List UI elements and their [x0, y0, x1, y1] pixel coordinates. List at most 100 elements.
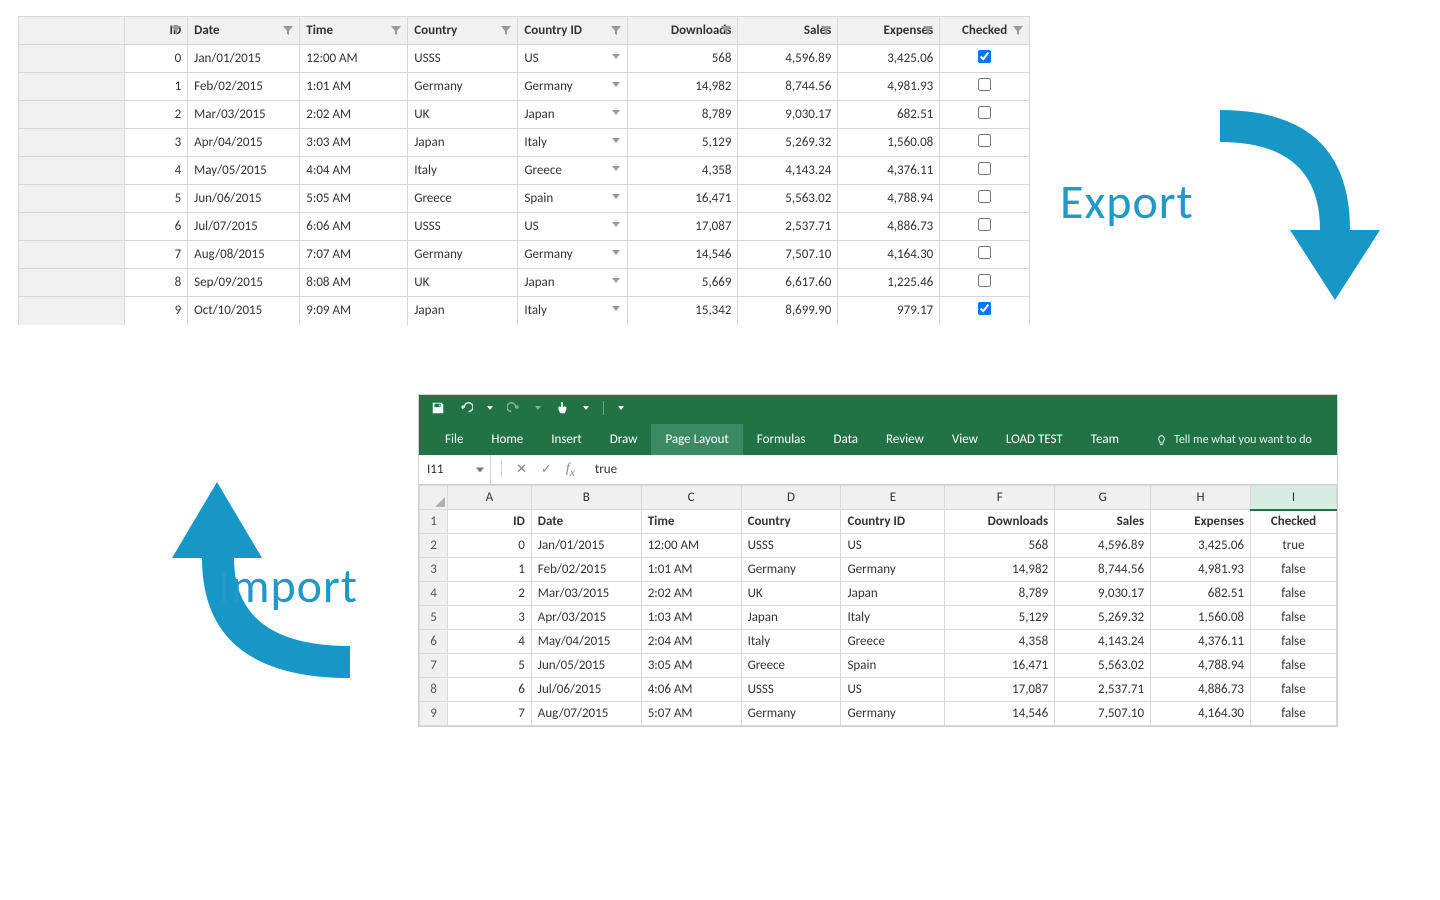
formula-value[interactable]: true [585, 462, 627, 477]
expenses-cell[interactable]: 4,164.30 [838, 241, 940, 269]
sales-cell[interactable]: 4,596.89 [738, 45, 838, 73]
expenses-cell[interactable]: 4,376.11 [838, 157, 940, 185]
filter-icon[interactable] [821, 26, 831, 36]
header-cell[interactable]: Country [741, 510, 841, 534]
sheet-cell[interactable]: 4:06 AM [641, 678, 741, 702]
sheet-cell[interactable]: 4,596.89 [1055, 534, 1151, 558]
col-letter-G[interactable]: G [1055, 486, 1151, 510]
country-cell[interactable]: Japan [408, 297, 518, 325]
date-cell[interactable]: Mar/03/2015 [188, 101, 300, 129]
sales-cell[interactable]: 7,507.10 [738, 241, 838, 269]
row-handle[interactable] [19, 157, 125, 185]
checked-checkbox[interactable] [978, 50, 991, 63]
sheet-cell[interactable]: Apr/03/2015 [531, 606, 641, 630]
sheet-cell[interactable]: 1,560.08 [1151, 606, 1251, 630]
checked-checkbox[interactable] [978, 302, 991, 315]
ribbon-tab-file[interactable]: File [431, 424, 477, 455]
sheet-cell[interactable]: false [1251, 606, 1337, 630]
sheet-cell[interactable]: 3:05 AM [641, 654, 741, 678]
sheet-cell[interactable]: false [1251, 582, 1337, 606]
time-cell[interactable]: 9:09 AM [300, 297, 408, 325]
dropdown-icon[interactable] [611, 107, 621, 117]
time-cell[interactable]: 12:00 AM [300, 45, 408, 73]
checked-checkbox[interactable] [978, 274, 991, 287]
sales-cell[interactable]: 9,030.17 [738, 101, 838, 129]
sheet-cell[interactable]: 3 [447, 606, 531, 630]
row-handle[interactable] [19, 129, 125, 157]
sheet-cell[interactable]: Germany [841, 702, 945, 726]
row-number[interactable]: 8 [420, 678, 448, 702]
checked-cell[interactable] [940, 213, 1030, 241]
sheet-cell[interactable]: 5,129 [945, 606, 1055, 630]
sheet-cell[interactable]: May/04/2015 [531, 630, 641, 654]
country-cell[interactable]: Japan [408, 129, 518, 157]
sheet-cell[interactable]: Mar/03/2015 [531, 582, 641, 606]
date-cell[interactable]: Sep/09/2015 [188, 269, 300, 297]
time-cell[interactable]: 2:02 AM [300, 101, 408, 129]
countryid-cell[interactable]: US [518, 213, 628, 241]
header-cell[interactable]: ID [447, 510, 531, 534]
checked-cell[interactable] [940, 73, 1030, 101]
sheet-cell[interactable]: Feb/02/2015 [531, 558, 641, 582]
sheet-cell[interactable]: Italy [841, 606, 945, 630]
id-cell[interactable]: 3 [124, 129, 187, 157]
sheet-cell[interactable]: USSS [741, 678, 841, 702]
worksheet[interactable]: ABCDEFGHI 1IDDateTimeCountryCountry IDDo… [419, 485, 1337, 726]
row-number[interactable]: 3 [420, 558, 448, 582]
filter-icon[interactable] [721, 26, 731, 36]
sheet-cell[interactable]: Jul/06/2015 [531, 678, 641, 702]
downloads-cell[interactable]: 17,087 [628, 213, 738, 241]
checked-cell[interactable] [940, 269, 1030, 297]
sheet-cell[interactable]: 7,507.10 [1055, 702, 1151, 726]
checked-cell[interactable] [940, 101, 1030, 129]
checked-checkbox[interactable] [978, 190, 991, 203]
filter-icon[interactable] [501, 26, 511, 36]
row-handle[interactable] [19, 241, 125, 269]
row-number[interactable]: 7 [420, 654, 448, 678]
touch-dropdown-icon[interactable] [583, 406, 589, 410]
cancel-formula-icon[interactable]: ✕ [516, 462, 527, 477]
sheet-cell[interactable]: 682.51 [1151, 582, 1251, 606]
col-header-sales[interactable]: Sales [738, 17, 838, 45]
ribbon-tab-review[interactable]: Review [872, 424, 938, 455]
sheet-cell[interactable]: Japan [841, 582, 945, 606]
sheet-cell[interactable]: 5 [447, 654, 531, 678]
checked-cell[interactable] [940, 45, 1030, 73]
countryid-cell[interactable]: Japan [518, 269, 628, 297]
dropdown-icon[interactable] [611, 135, 621, 145]
checked-checkbox[interactable] [978, 78, 991, 91]
expenses-cell[interactable]: 1,225.46 [838, 269, 940, 297]
sheet-cell[interactable]: 2,537.71 [1055, 678, 1151, 702]
expenses-cell[interactable]: 682.51 [838, 101, 940, 129]
filter-icon[interactable] [923, 26, 933, 36]
date-cell[interactable]: Jan/01/2015 [188, 45, 300, 73]
sales-cell[interactable]: 5,269.32 [738, 129, 838, 157]
sheet-cell[interactable]: 4,143.24 [1055, 630, 1151, 654]
sheet-cell[interactable]: false [1251, 558, 1337, 582]
row-handle[interactable] [19, 269, 125, 297]
dropdown-icon[interactable] [611, 79, 621, 89]
tell-me-search[interactable]: Tell me what you want to do [1145, 425, 1322, 455]
countryid-cell[interactable]: Germany [518, 241, 628, 269]
sales-cell[interactable]: 6,617.60 [738, 269, 838, 297]
id-cell[interactable]: 6 [124, 213, 187, 241]
sheet-cell[interactable]: 8,744.56 [1055, 558, 1151, 582]
sheet-cell[interactable]: Japan [741, 606, 841, 630]
row-handle[interactable] [19, 73, 125, 101]
countryid-cell[interactable]: Germany [518, 73, 628, 101]
ribbon-tab-page-layout[interactable]: Page Layout [651, 424, 742, 455]
sheet-cell[interactable]: 1:01 AM [641, 558, 741, 582]
country-cell[interactable]: Germany [408, 241, 518, 269]
checked-checkbox[interactable] [978, 162, 991, 175]
expenses-cell[interactable]: 3,425.06 [838, 45, 940, 73]
header-cell[interactable]: Downloads [945, 510, 1055, 534]
sheet-cell[interactable]: UK [741, 582, 841, 606]
sheet-cell[interactable]: Spain [841, 654, 945, 678]
id-cell[interactable]: 8 [124, 269, 187, 297]
ribbon-tab-insert[interactable]: Insert [537, 424, 596, 455]
time-cell[interactable]: 3:03 AM [300, 129, 408, 157]
downloads-cell[interactable]: 16,471 [628, 185, 738, 213]
ribbon-tab-data[interactable]: Data [820, 424, 873, 455]
sheet-cell[interactable]: Jun/05/2015 [531, 654, 641, 678]
sheet-cell[interactable]: 9,030.17 [1055, 582, 1151, 606]
